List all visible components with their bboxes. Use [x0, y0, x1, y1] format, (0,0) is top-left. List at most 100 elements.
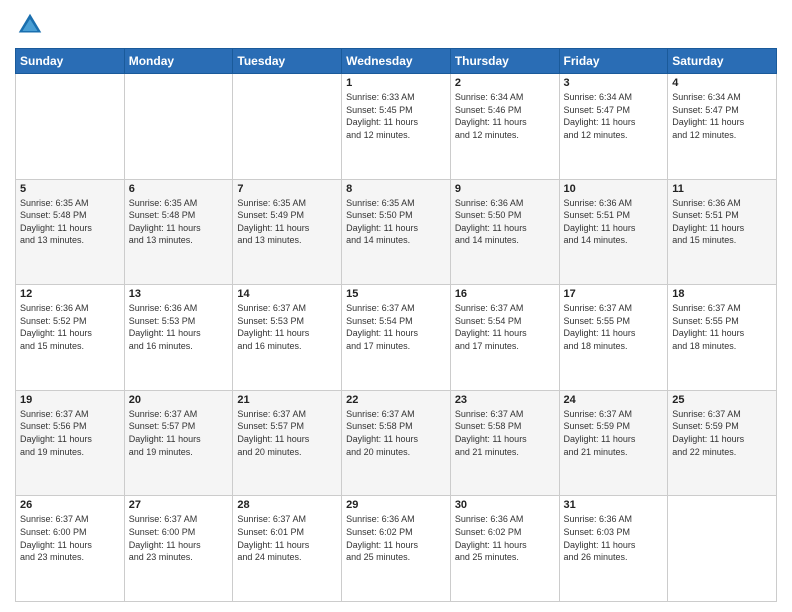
- calendar-cell: 17 Sunrise: 6:37 AM Sunset: 5:55 PM Dayli…: [559, 285, 668, 391]
- calendar-cell: 5 Sunrise: 6:35 AM Sunset: 5:48 PM Daylig…: [16, 179, 125, 285]
- day-info: Sunrise: 6:37 AM Sunset: 5:59 PM Dayligh…: [672, 408, 772, 458]
- weekday-row: SundayMondayTuesdayWednesdayThursdayFrid…: [16, 49, 777, 74]
- day-number: 21: [237, 394, 337, 406]
- calendar: SundayMondayTuesdayWednesdayThursdayFrid…: [15, 48, 777, 602]
- day-info: Sunrise: 6:37 AM Sunset: 5:54 PM Dayligh…: [346, 302, 446, 352]
- logo-icon: [15, 10, 45, 40]
- day-number: 8: [346, 183, 446, 195]
- day-number: 17: [564, 288, 664, 300]
- calendar-cell: 14Sunrise: 6:37 AM Sunset: 5:53 PM Dayli…: [233, 285, 342, 391]
- calendar-cell: [16, 74, 125, 180]
- calendar-cell: 10 Sunrise: 6:36 AM Sunset: 5:51 PM Dayli…: [559, 179, 668, 285]
- day-info: Sunrise: 6:37 AM Sunset: 6:00 PM Dayligh…: [20, 513, 120, 563]
- day-number: 23: [455, 394, 555, 406]
- day-number: 5: [20, 183, 120, 195]
- day-number: 26: [20, 499, 120, 511]
- calendar-cell: 7Sunrise: 6:35 AM Sunset: 5:49 PM Daylig…: [233, 179, 342, 285]
- calendar-cell: 31 Sunrise: 6:36 AM Sunset: 6:03 PM Dayli…: [559, 496, 668, 602]
- day-number: 28: [237, 499, 337, 511]
- day-number: 15: [346, 288, 446, 300]
- day-number: 16: [455, 288, 555, 300]
- calendar-cell: [233, 74, 342, 180]
- calendar-cell: 30Sunrise: 6:36 AM Sunset: 6:02 PM Dayli…: [450, 496, 559, 602]
- day-info: Sunrise: 6:35 AM Sunset: 5:48 PM Dayligh…: [20, 197, 120, 247]
- calendar-cell: 27 Sunrise: 6:37 AM Sunset: 6:00 PM Dayli…: [124, 496, 233, 602]
- day-info: Sunrise: 6:37 AM Sunset: 5:57 PM Dayligh…: [237, 408, 337, 458]
- day-info: Sunrise: 6:36 AM Sunset: 5:51 PM Dayligh…: [564, 197, 664, 247]
- calendar-cell: 25 Sunrise: 6:37 AM Sunset: 5:59 PM Dayli…: [668, 390, 777, 496]
- calendar-cell: 13 Sunrise: 6:36 AM Sunset: 5:53 PM Dayli…: [124, 285, 233, 391]
- day-number: 27: [129, 499, 229, 511]
- day-number: 1: [346, 77, 446, 89]
- weekday-header-saturday: Saturday: [668, 49, 777, 74]
- calendar-cell: 12Sunrise: 6:36 AM Sunset: 5:52 PM Dayli…: [16, 285, 125, 391]
- calendar-cell: 16Sunrise: 6:37 AM Sunset: 5:54 PM Dayli…: [450, 285, 559, 391]
- week-row-2: 5 Sunrise: 6:35 AM Sunset: 5:48 PM Daylig…: [16, 179, 777, 285]
- day-number: 19: [20, 394, 120, 406]
- day-info: Sunrise: 6:37 AM Sunset: 5:58 PM Dayligh…: [346, 408, 446, 458]
- day-info: Sunrise: 6:37 AM Sunset: 6:00 PM Dayligh…: [129, 513, 229, 563]
- day-info: Sunrise: 6:36 AM Sunset: 5:53 PM Dayligh…: [129, 302, 229, 352]
- week-row-5: 26 Sunrise: 6:37 AM Sunset: 6:00 PM Dayli…: [16, 496, 777, 602]
- day-info: Sunrise: 6:34 AM Sunset: 5:47 PM Dayligh…: [672, 91, 772, 141]
- day-number: 11: [672, 183, 772, 195]
- calendar-cell: 18 Sunrise: 6:37 AM Sunset: 5:55 PM Dayli…: [668, 285, 777, 391]
- day-info: Sunrise: 6:34 AM Sunset: 5:46 PM Dayligh…: [455, 91, 555, 141]
- calendar-cell: 28Sunrise: 6:37 AM Sunset: 6:01 PM Dayli…: [233, 496, 342, 602]
- day-info: Sunrise: 6:36 AM Sunset: 6:03 PM Dayligh…: [564, 513, 664, 563]
- header: [15, 10, 777, 40]
- day-info: Sunrise: 6:37 AM Sunset: 5:57 PM Dayligh…: [129, 408, 229, 458]
- day-info: Sunrise: 6:36 AM Sunset: 6:02 PM Dayligh…: [455, 513, 555, 563]
- calendar-cell: 20Sunrise: 6:37 AM Sunset: 5:57 PM Dayli…: [124, 390, 233, 496]
- calendar-cell: 1 Sunrise: 6:33 AM Sunset: 5:45 PM Daylig…: [342, 74, 451, 180]
- day-info: Sunrise: 6:37 AM Sunset: 5:55 PM Dayligh…: [564, 302, 664, 352]
- weekday-header-friday: Friday: [559, 49, 668, 74]
- weekday-header-sunday: Sunday: [16, 49, 125, 74]
- calendar-cell: 8 Sunrise: 6:35 AM Sunset: 5:50 PM Daylig…: [342, 179, 451, 285]
- weekday-header-tuesday: Tuesday: [233, 49, 342, 74]
- day-number: 2: [455, 77, 555, 89]
- day-number: 6: [129, 183, 229, 195]
- calendar-cell: [124, 74, 233, 180]
- day-number: 12: [20, 288, 120, 300]
- day-info: Sunrise: 6:34 AM Sunset: 5:47 PM Dayligh…: [564, 91, 664, 141]
- calendar-cell: 4 Sunrise: 6:34 AM Sunset: 5:47 PM Daylig…: [668, 74, 777, 180]
- day-info: Sunrise: 6:36 AM Sunset: 6:02 PM Dayligh…: [346, 513, 446, 563]
- calendar-cell: 11 Sunrise: 6:36 AM Sunset: 5:51 PM Dayli…: [668, 179, 777, 285]
- day-number: 18: [672, 288, 772, 300]
- day-number: 22: [346, 394, 446, 406]
- day-number: 4: [672, 77, 772, 89]
- day-info: Sunrise: 6:37 AM Sunset: 5:59 PM Dayligh…: [564, 408, 664, 458]
- calendar-cell: 29Sunrise: 6:36 AM Sunset: 6:02 PM Dayli…: [342, 496, 451, 602]
- calendar-cell: 24Sunrise: 6:37 AM Sunset: 5:59 PM Dayli…: [559, 390, 668, 496]
- day-number: 13: [129, 288, 229, 300]
- week-row-3: 12Sunrise: 6:36 AM Sunset: 5:52 PM Dayli…: [16, 285, 777, 391]
- calendar-cell: 9 Sunrise: 6:36 AM Sunset: 5:50 PM Daylig…: [450, 179, 559, 285]
- weekday-header-thursday: Thursday: [450, 49, 559, 74]
- calendar-cell: 26 Sunrise: 6:37 AM Sunset: 6:00 PM Dayli…: [16, 496, 125, 602]
- day-number: 14: [237, 288, 337, 300]
- day-number: 25: [672, 394, 772, 406]
- calendar-header: SundayMondayTuesdayWednesdayThursdayFrid…: [16, 49, 777, 74]
- day-number: 10: [564, 183, 664, 195]
- day-info: Sunrise: 6:33 AM Sunset: 5:45 PM Dayligh…: [346, 91, 446, 141]
- day-number: 7: [237, 183, 337, 195]
- day-info: Sunrise: 6:35 AM Sunset: 5:48 PM Dayligh…: [129, 197, 229, 247]
- logo: [15, 10, 49, 40]
- day-info: Sunrise: 6:36 AM Sunset: 5:51 PM Dayligh…: [672, 197, 772, 247]
- calendar-cell: 19Sunrise: 6:37 AM Sunset: 5:56 PM Dayli…: [16, 390, 125, 496]
- page: SundayMondayTuesdayWednesdayThursdayFrid…: [0, 0, 792, 612]
- weekday-header-monday: Monday: [124, 49, 233, 74]
- day-number: 9: [455, 183, 555, 195]
- day-number: 31: [564, 499, 664, 511]
- day-info: Sunrise: 6:35 AM Sunset: 5:50 PM Dayligh…: [346, 197, 446, 247]
- calendar-cell: 2 Sunrise: 6:34 AM Sunset: 5:46 PM Daylig…: [450, 74, 559, 180]
- week-row-4: 19Sunrise: 6:37 AM Sunset: 5:56 PM Dayli…: [16, 390, 777, 496]
- day-info: Sunrise: 6:36 AM Sunset: 5:50 PM Dayligh…: [455, 197, 555, 247]
- calendar-cell: [668, 496, 777, 602]
- calendar-body: 1 Sunrise: 6:33 AM Sunset: 5:45 PM Daylig…: [16, 74, 777, 602]
- calendar-cell: 23 Sunrise: 6:37 AM Sunset: 5:58 PM Dayli…: [450, 390, 559, 496]
- day-info: Sunrise: 6:37 AM Sunset: 5:55 PM Dayligh…: [672, 302, 772, 352]
- calendar-cell: 21 Sunrise: 6:37 AM Sunset: 5:57 PM Dayli…: [233, 390, 342, 496]
- day-info: Sunrise: 6:37 AM Sunset: 5:58 PM Dayligh…: [455, 408, 555, 458]
